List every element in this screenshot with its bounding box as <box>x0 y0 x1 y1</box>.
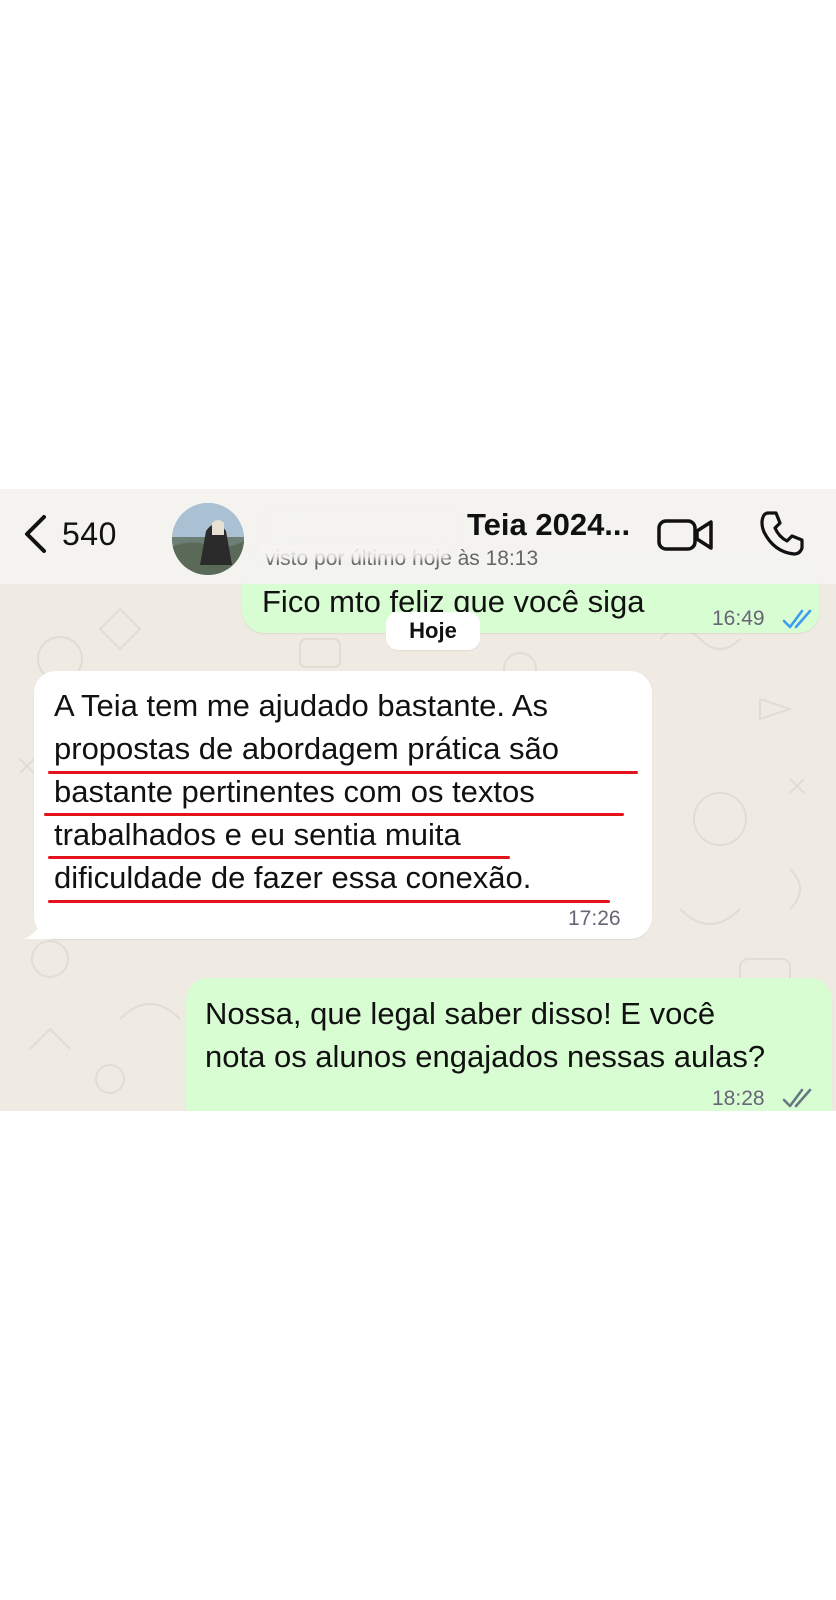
unread-count: 540 <box>62 515 117 552</box>
message-line: trabalhados e eu sentia muita <box>54 817 461 852</box>
double-check-icon <box>782 1088 812 1108</box>
message-line: nota os alunos engajados nessas aulas? <box>205 1039 766 1074</box>
phone-icon <box>760 511 804 556</box>
video-camera-icon <box>657 519 713 551</box>
message-line: bastante pertinentes com os textos <box>54 774 535 809</box>
redacted-name <box>262 511 462 545</box>
chat-header: 540 Teia 2024... visto por último hoje à… <box>0 489 836 584</box>
double-check-icon <box>782 609 812 629</box>
message-line: Nossa, que legal saber disso! E você <box>205 996 716 1031</box>
video-call-button[interactable] <box>656 509 716 561</box>
contact-name-text: Teia 2024... <box>467 507 631 542</box>
message-line: A Teia tem me ajudado bastante. As <box>54 688 549 723</box>
message-line: dificuldade de fazer essa conexão. <box>54 860 532 895</box>
bubble-tail <box>24 905 52 939</box>
last-seen-status: visto por último hoje às 18:13 <box>259 543 538 571</box>
message-time: 18:28 <box>712 1087 765 1110</box>
voice-call-button[interactable] <box>756 507 808 559</box>
highlight-underline <box>48 856 510 859</box>
redaction-overlay <box>259 543 449 559</box>
contact-name[interactable]: Teia 2024... <box>262 507 642 547</box>
message-time: 16:49 <box>712 607 765 630</box>
message-time: 17:26 <box>568 907 621 930</box>
message-line: propostas de abordagem prática são <box>54 731 559 766</box>
avatar[interactable] <box>172 503 244 575</box>
chat-screen: Fico mto feliz que você siga 16:49 540 T… <box>0 489 836 1111</box>
highlight-underline <box>48 771 638 774</box>
back-button[interactable]: 540 <box>22 511 117 557</box>
chevron-left-icon <box>25 515 46 553</box>
date-separator: Hoje <box>386 612 480 650</box>
highlight-underline <box>44 813 624 816</box>
highlight-underline <box>48 900 610 903</box>
